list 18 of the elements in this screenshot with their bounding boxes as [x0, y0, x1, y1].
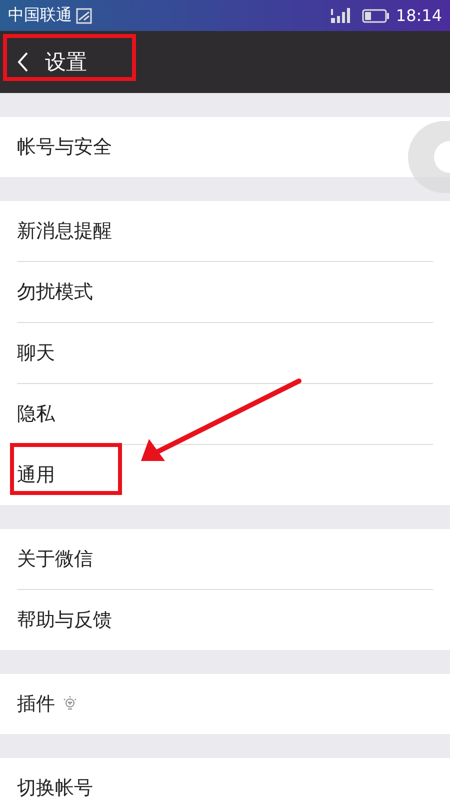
settings-item[interactable]: 帐号与安全 — [17, 134, 112, 160]
settings-item[interactable]: 关于微信 — [17, 546, 93, 572]
battery-icon — [362, 8, 390, 22]
settings-item[interactable]: 插件 — [17, 691, 55, 717]
image-icon — [76, 8, 92, 24]
settings-item[interactable]: 通用 — [17, 462, 55, 488]
page-title: 设置 — [45, 49, 87, 76]
settings-item[interactable]: 聊天 — [17, 340, 55, 366]
signal-icon — [330, 6, 352, 24]
settings-item[interactable]: 隐私 — [17, 401, 55, 427]
bulb-icon — [63, 696, 77, 712]
settings-item[interactable]: 新消息提醒 — [17, 218, 112, 244]
settings-item[interactable]: 帮助与反馈 — [17, 607, 112, 633]
carrier-name: 中国联通 — [8, 5, 72, 26]
settings-item[interactable]: 切换帐号 — [17, 775, 93, 800]
clock-time: 18:14 — [396, 6, 442, 25]
settings-item[interactable]: 勿扰模式 — [17, 279, 93, 305]
back-icon[interactable] — [17, 51, 29, 73]
